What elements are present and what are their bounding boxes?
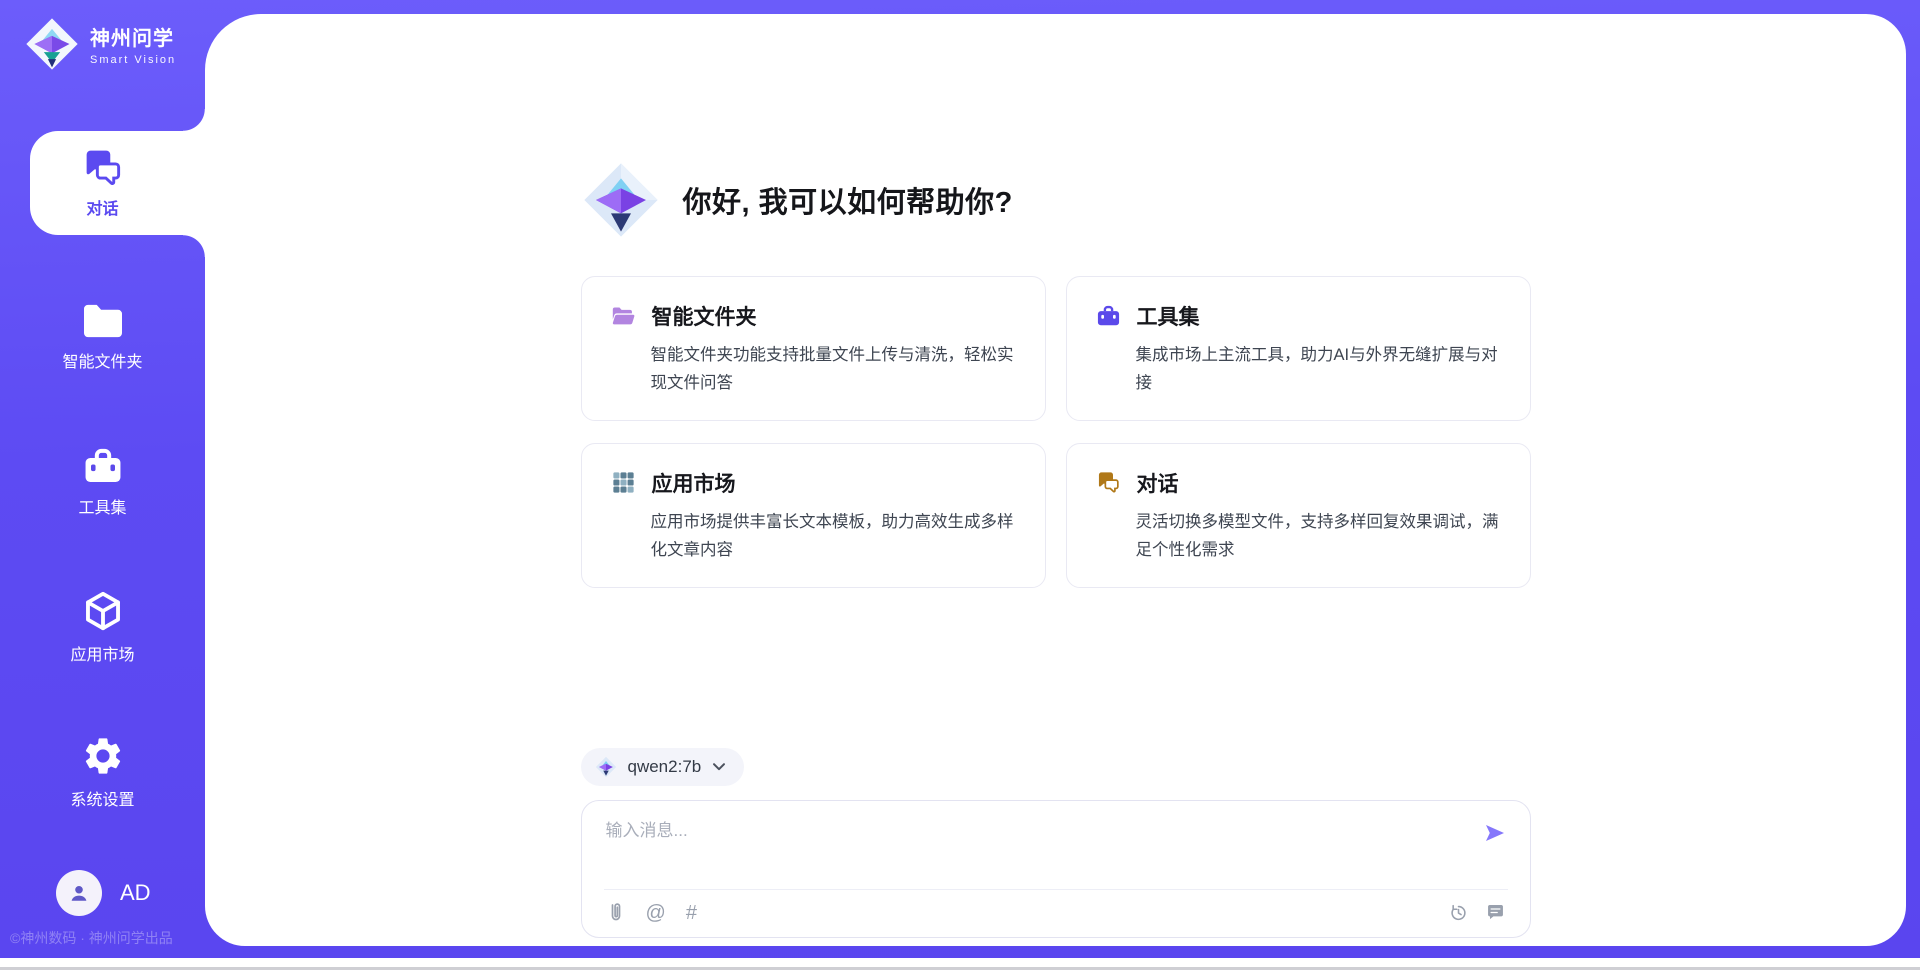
card-title: 智能文件夹 [652,301,757,331]
app-root: 你好, 我可以如何帮助你? 智能文件夹 智能文件夹功能支持批量文件上传与清洗，轻… [0,0,1920,958]
sidebar-item-toolset[interactable]: 工具集 [0,432,205,532]
model-selector[interactable]: qwen2:7b [581,748,745,786]
card-title: 应用市场 [652,468,736,498]
card-title: 工具集 [1137,301,1200,331]
toolbox-icon [1095,303,1122,330]
card-description: 灵活切换多模型文件，支持多样回复效果调试，满足个性化需求 [1136,508,1502,565]
sidebar-item-label: 工具集 [78,494,126,518]
paperclip-icon [606,901,626,925]
model-logo-icon [595,756,617,778]
chat-bubble-icon [1485,902,1506,923]
chat-icon [1095,469,1122,496]
sidebar-item-label: 系统设置 [70,786,134,810]
brand-name: 神州问学 [90,22,176,51]
card-description: 智能文件夹功能支持批量文件上传与清洗，轻松实现文件问答 [651,341,1017,398]
hashtag-button[interactable]: # [686,903,697,923]
card-app-market[interactable]: 应用市场 应用市场提供丰富长文本模板，助力高效生成多样化文章内容 [581,443,1046,588]
card-description: 应用市场提供丰富长文本模板，助力高效生成多样化文章内容 [651,508,1017,565]
sidebar-item-label: 应用市场 [70,641,134,665]
user-initials: AD [120,880,151,906]
cube-icon [81,589,125,633]
brand-logo-icon [24,16,80,72]
card-toolset[interactable]: 工具集 集成市场上主流工具，助力AI与外界无缝扩展与对接 [1066,276,1531,421]
avatar [56,870,102,916]
person-icon [66,880,92,906]
model-name: qwen2:7b [628,757,702,777]
assistant-logo-icon [581,160,661,240]
gear-icon [81,734,125,778]
mention-button[interactable]: @ [646,903,666,923]
card-smart-folder[interactable]: 智能文件夹 智能文件夹功能支持批量文件上传与清洗，轻松实现文件问答 [581,276,1046,421]
send-icon [1483,821,1507,845]
composer: qwen2:7b [581,748,1531,938]
card-chat[interactable]: 对话 灵活切换多模型文件，支持多样回复效果调试，满足个性化需求 [1066,443,1531,588]
history-icon [1448,902,1469,923]
sidebar-item-chat[interactable]: 对话 [30,131,205,235]
brand: 神州问学 Smart Vision [24,16,176,72]
sidebar-item-app-market[interactable]: 应用市场 [0,577,205,677]
folder-open-icon [610,303,637,330]
sidebar-item-label: 智能文件夹 [62,348,142,372]
card-title: 对话 [1137,468,1179,498]
app-grid-icon [610,469,637,496]
chevron-down-icon [712,762,726,772]
attach-file-button[interactable] [606,901,626,925]
feedback-button[interactable] [1485,902,1506,923]
sidebar-footer: ©神州数码 · 神州问学出品 [10,928,205,948]
history-button[interactable] [1448,902,1469,923]
brand-text: 神州问学 Smart Vision [90,22,176,66]
folder-icon [80,302,126,340]
window-bottom-strip [0,958,1920,970]
toolbox-icon [81,446,125,486]
send-button[interactable] [1480,818,1510,848]
chat-welcome-area: 你好, 我可以如何帮助你? 智能文件夹 智能文件夹功能支持批量文件上传与清洗，轻… [581,14,1531,938]
sidebar: 神州问学 Smart Vision 对话 智能文件夹 [0,0,205,958]
greeting-title: 你好, 我可以如何帮助你? [683,179,1013,221]
main-panel: 你好, 我可以如何帮助你? 智能文件夹 智能文件夹功能支持批量文件上传与清洗，轻… [205,14,1906,946]
user-profile[interactable]: AD [56,870,151,916]
sidebar-item-label: 对话 [86,195,118,219]
message-input-box: @ # [581,800,1531,938]
brand-subtitle: Smart Vision [90,54,176,66]
sidebar-item-smart-folder[interactable]: 智能文件夹 [0,287,205,387]
sidebar-item-settings[interactable]: 系统设置 [0,722,205,822]
chat-icon [81,147,125,187]
greeting: 你好, 我可以如何帮助你? [581,160,1531,240]
message-input[interactable] [606,816,1466,878]
feature-cards: 智能文件夹 智能文件夹功能支持批量文件上传与清洗，轻松实现文件问答 工具集 [581,276,1531,588]
card-description: 集成市场上主流工具，助力AI与外界无缝扩展与对接 [1136,341,1502,398]
